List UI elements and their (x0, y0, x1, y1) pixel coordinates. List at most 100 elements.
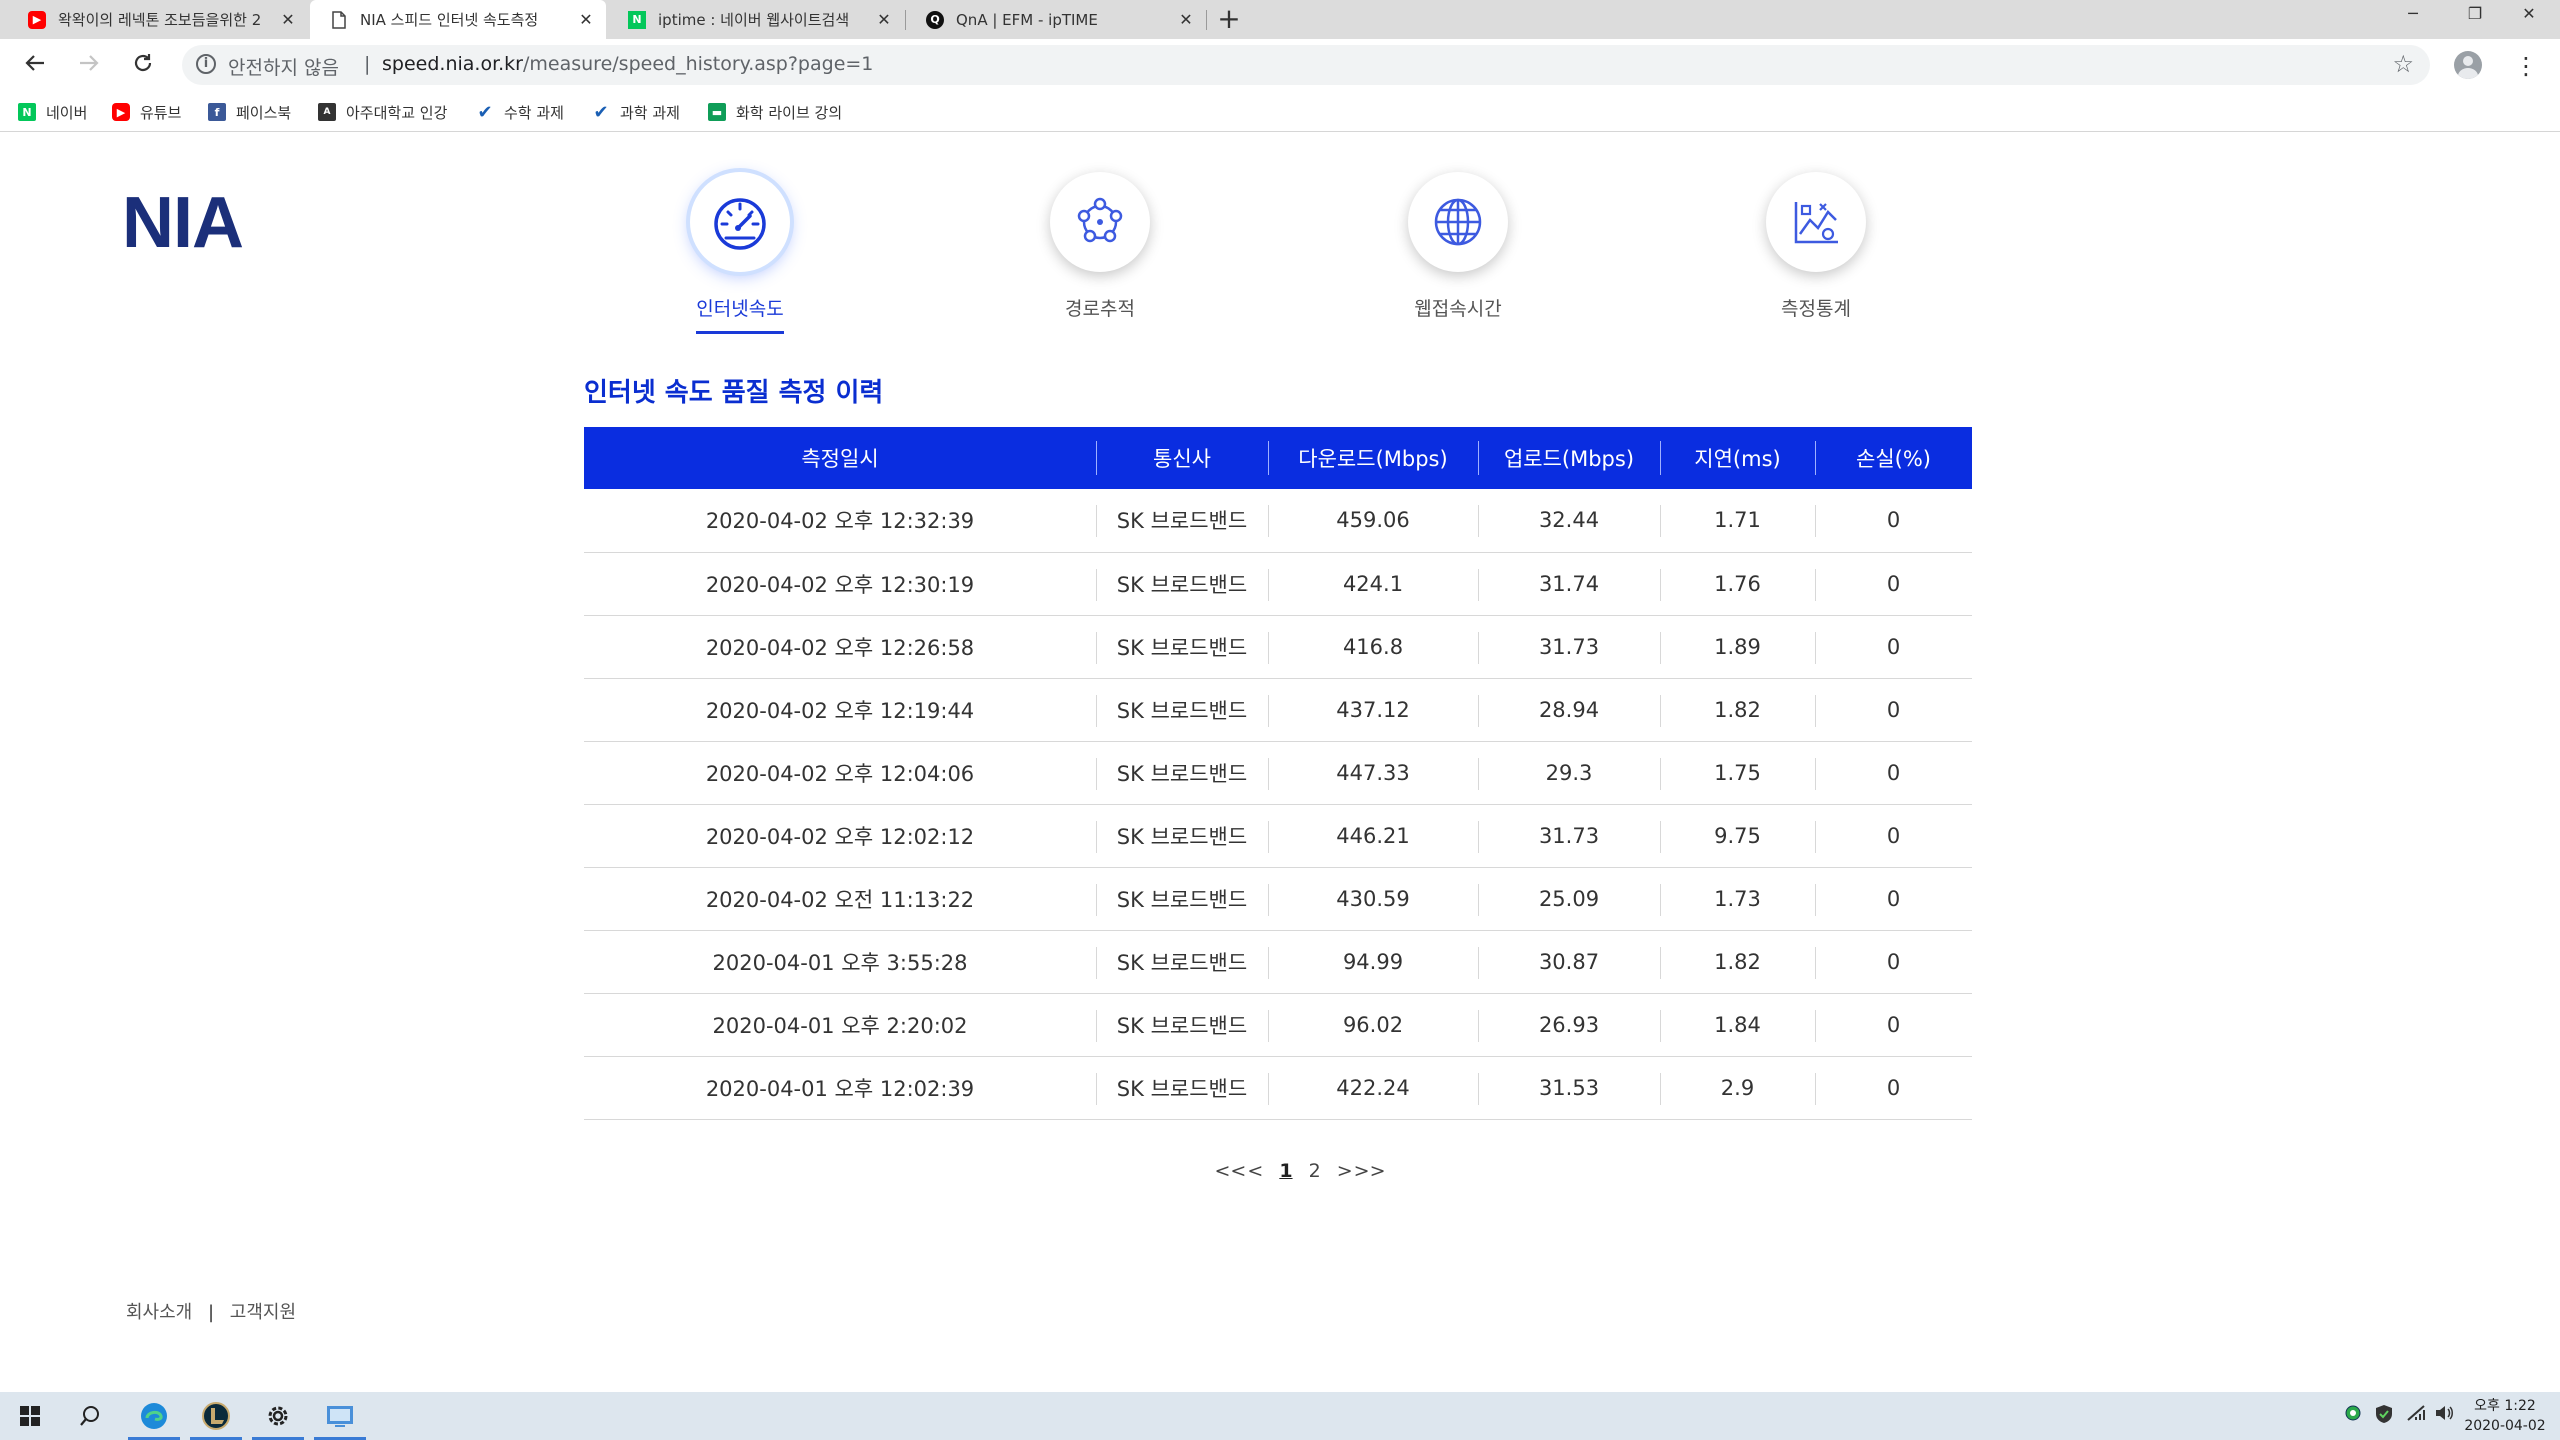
remote-desktop-icon[interactable] (310, 1392, 370, 1440)
cell-latency: 1.84 (1660, 993, 1815, 1057)
bookmark-ajou[interactable]: A 아주대학교 인강 (318, 100, 447, 124)
close-icon[interactable]: ✕ (872, 10, 896, 29)
footer-link-support[interactable]: 고객지원 (230, 1302, 296, 1323)
globe-icon (1434, 198, 1482, 246)
close-icon[interactable]: ✕ (276, 10, 300, 29)
cell-carrier: SK 브로드밴드 (1096, 1056, 1268, 1120)
tab-iptime-qna[interactable]: Q QnA | EFM - ipTIME ✕ (906, 0, 1206, 39)
url-text[interactable]: speed.nia.or.kr/measure/speed_history.as… (382, 53, 873, 75)
edge-icon[interactable] (124, 1392, 184, 1440)
security-shield-icon[interactable] (2374, 1404, 2394, 1428)
nav-internet-speed[interactable]: 인터넷속도 (640, 172, 840, 334)
address-bar[interactable]: i 안전하지 않음 | speed.nia.or.kr/measure/spee… (182, 45, 2430, 85)
cell-loss: 0 (1815, 678, 1972, 742)
first-page-link[interactable]: << (1215, 1160, 1247, 1182)
profile-avatar[interactable] (2454, 51, 2482, 79)
bookmark-facebook[interactable]: f 페이스북 (208, 100, 291, 124)
page-link-2[interactable]: 2 (1309, 1160, 1321, 1182)
bookmark-star-icon[interactable]: ☆ (2392, 50, 2414, 78)
bookmark-naver[interactable]: N 네이버 (18, 100, 87, 124)
tab-nia-speed[interactable]: NIA 스피드 인터넷 속도측정 ✕ (310, 0, 606, 39)
footer: 회사소개 | 고객지원 (126, 1298, 296, 1324)
bookmark-chemistry[interactable]: ▬ 화학 라이브 강의 (708, 100, 842, 124)
cell-datetime: 2020-04-02 오후 12:32:39 (584, 489, 1096, 553)
cell-loss: 0 (1815, 804, 1972, 868)
nav-statistics[interactable]: 측정통계 (1716, 172, 1916, 331)
nav-route-trace[interactable]: 경로추적 (1000, 172, 1200, 331)
back-button[interactable] (16, 47, 54, 85)
bookmark-math[interactable]: ✔ 수학 과제 (476, 100, 564, 124)
cell-download: 447.33 (1268, 741, 1478, 805)
wifi-icon[interactable] (2406, 1404, 2426, 1426)
last-page-link[interactable]: >> (1354, 1160, 1386, 1182)
url-domain: speed.nia.or.kr (382, 53, 523, 75)
cell-carrier: SK 브로드밴드 (1096, 741, 1268, 805)
league-of-legends-icon[interactable] (186, 1392, 246, 1440)
cell-loss: 0 (1815, 1056, 1972, 1120)
cell-datetime: 2020-04-02 오후 12:30:19 (584, 552, 1096, 616)
nav-label: 웹접속시간 (1414, 298, 1502, 320)
tab-title: QnA | EFM - ipTIME (956, 10, 1098, 29)
nav-label: 경로추적 (1065, 298, 1135, 320)
nav-label: 측정통계 (1781, 298, 1851, 320)
cell-loss: 0 (1815, 993, 1972, 1057)
cell-carrier: SK 브로드밴드 (1096, 489, 1268, 553)
window-close-button[interactable]: ✕ (2498, 0, 2560, 39)
nia-logo[interactable]: NIA (122, 182, 244, 264)
url-path: /measure/speed_history.asp?page=1 (523, 53, 874, 75)
restore-button[interactable]: ❐ (2444, 0, 2506, 39)
cell-datetime: 2020-04-01 오후 12:02:39 (584, 1056, 1096, 1120)
search-icon[interactable] (60, 1392, 120, 1440)
cell-upload: 25.09 (1478, 867, 1660, 931)
route-trace-icon (1077, 197, 1123, 243)
document-icon (330, 10, 348, 29)
next-page-link[interactable]: > (1337, 1160, 1353, 1182)
minimize-button[interactable]: ─ (2382, 0, 2444, 39)
footer-separator: | (207, 1302, 215, 1323)
system-clock[interactable]: 오후 1:22 2020-04-02 (2460, 1396, 2550, 1436)
youtube-icon: ▶ (112, 103, 130, 121)
windows-start-icon[interactable] (0, 1392, 60, 1440)
cell-latency: 1.75 (1660, 741, 1815, 805)
tab-naver-search[interactable]: N iptime : 네이버 웹사이트검색 ✕ (608, 0, 904, 39)
cell-latency: 1.73 (1660, 867, 1815, 931)
cell-loss: 0 (1815, 741, 1972, 805)
cell-carrier: SK 브로드밴드 (1096, 615, 1268, 679)
page-link-1[interactable]: 1 (1279, 1160, 1292, 1182)
new-tab-button[interactable]: + (1212, 2, 1246, 36)
bookmark-science[interactable]: ✔ 과학 과제 (592, 100, 680, 124)
cell-carrier: SK 브로드밴드 (1096, 804, 1268, 868)
close-icon[interactable]: ✕ (1174, 10, 1198, 29)
close-icon[interactable]: ✕ (574, 10, 598, 29)
reload-icon (134, 54, 152, 72)
forward-button[interactable] (70, 47, 108, 85)
page-title: 인터넷 속도 품질 측정 이력 (584, 378, 884, 408)
info-icon[interactable]: i (196, 54, 216, 74)
nav-label: 인터넷속도 (696, 294, 784, 334)
cell-upload: 31.53 (1478, 1056, 1660, 1120)
reload-button[interactable] (124, 47, 162, 85)
tab-youtube[interactable]: ▶ 왁왁이의 레넥톤 조보듬을위한 2 ✕ (8, 0, 308, 39)
cell-latency: 1.76 (1660, 552, 1815, 616)
footer-link-about[interactable]: 회사소개 (126, 1302, 192, 1323)
pagination: <<< 1 2 >>> (1200, 1160, 1400, 1182)
cell-download: 416.8 (1268, 615, 1478, 679)
youtube-icon: ▶ (28, 10, 46, 29)
volume-icon[interactable] (2434, 1404, 2454, 1426)
prev-page-link[interactable]: < (1247, 1160, 1263, 1182)
column-header-carrier: 통신사 (1096, 427, 1268, 489)
nav-icon-circle (1408, 172, 1508, 272)
back-arrow-icon (25, 55, 44, 71)
bookmark-label: 아주대학교 인강 (346, 103, 448, 122)
cell-carrier: SK 브로드밴드 (1096, 552, 1268, 616)
network-globe-icon[interactable] (2344, 1404, 2362, 1426)
table-row: 2020-04-01 오후 3:55:28 SK 브로드밴드 94.99 30.87 1… (584, 930, 1972, 994)
cell-latency: 2.9 (1660, 1056, 1815, 1120)
settings-icon[interactable] (248, 1392, 308, 1440)
bookmark-youtube[interactable]: ▶ 유튜브 (112, 100, 181, 124)
nav-web-access-time[interactable]: 웹접속시간 (1358, 172, 1558, 331)
cell-download: 422.24 (1268, 1056, 1478, 1120)
column-header-loss: 손실(%) (1815, 427, 1972, 489)
browser-menu-icon[interactable]: ⋮ (2512, 47, 2540, 85)
bookmark-label: 과학 과제 (620, 103, 680, 122)
